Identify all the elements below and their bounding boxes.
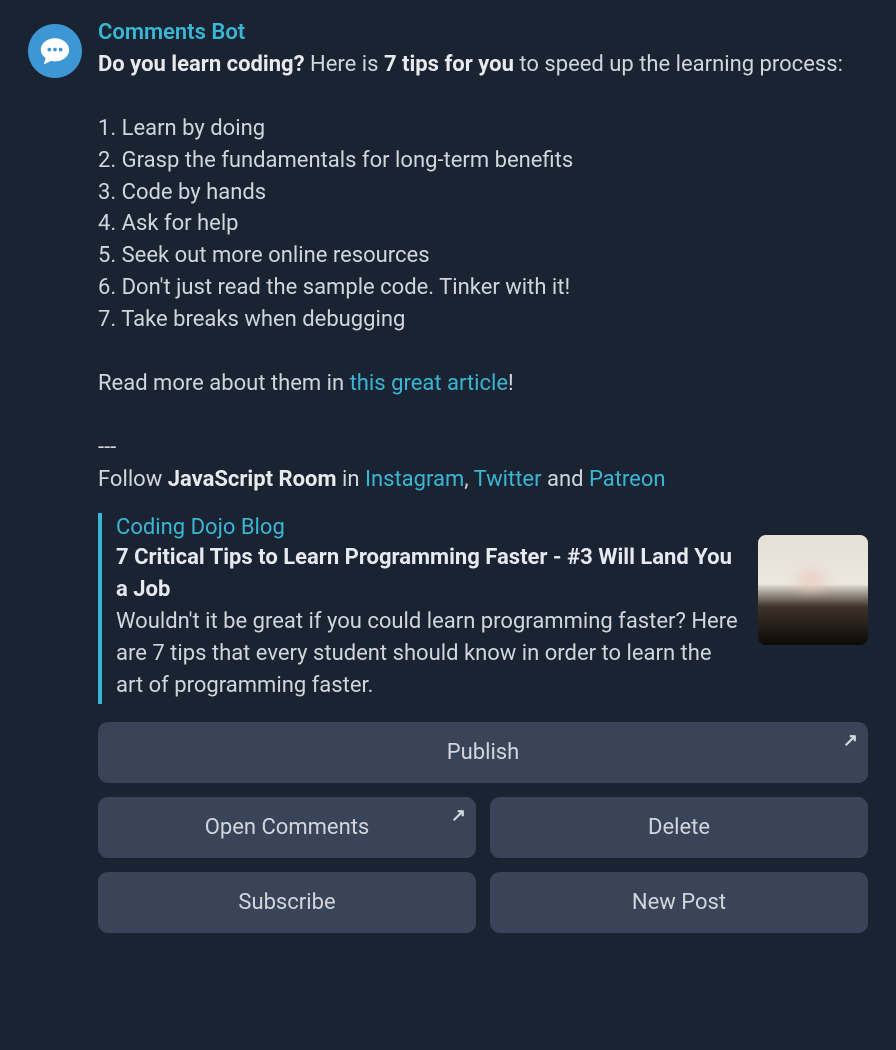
tip-4: 4. Ask for help: [98, 211, 239, 236]
publish-button[interactable]: Publish ↗: [98, 722, 868, 783]
new-post-button[interactable]: New Post: [490, 872, 868, 933]
delete-button[interactable]: Delete: [490, 797, 868, 858]
lead-mid: Here is: [305, 52, 384, 77]
bot-avatar: [28, 24, 82, 78]
button-panel: Publish ↗ Open Comments ↗ Delete Subscri…: [98, 722, 868, 933]
lead-question: Do you learn coding?: [98, 52, 305, 77]
external-link-icon: ↗: [843, 730, 858, 751]
tip-5: 5. Seek out more online resources: [98, 243, 430, 268]
external-link-icon: ↗: [451, 805, 466, 826]
sep2: and: [542, 467, 589, 492]
follow-prefix: Follow: [98, 467, 168, 492]
subscribe-label: Subscribe: [238, 890, 335, 915]
divider: ---: [98, 435, 116, 460]
read-more-prefix: Read more about them in: [98, 371, 350, 396]
sep1: ,: [464, 467, 473, 492]
post-body: Do you learn coding? Here is 7 tips for …: [98, 49, 868, 495]
new-post-label: New Post: [632, 890, 726, 915]
delete-label: Delete: [648, 815, 710, 840]
follow-in: in: [337, 467, 365, 492]
read-more-suffix: !: [508, 371, 514, 396]
follow-room: JavaScript Room: [168, 467, 337, 492]
open-comments-button[interactable]: Open Comments ↗: [98, 797, 476, 858]
preview-thumbnail: [758, 535, 868, 645]
preview-text: Coding Dojo Blog 7 Critical Tips to Lear…: [116, 515, 742, 701]
message-content: Comments Bot Do you learn coding? Here i…: [98, 20, 868, 933]
lead-bold: 7 tips for you: [384, 52, 514, 77]
tip-2: 2. Grasp the fundamentals for long-term …: [98, 148, 573, 173]
preview-description: Wouldn't it be great if you could learn …: [116, 606, 742, 702]
tip-7: 7. Take breaks when debugging: [98, 307, 405, 332]
subscribe-button[interactable]: Subscribe: [98, 872, 476, 933]
tip-6: 6. Don't just read the sample code. Tink…: [98, 275, 570, 300]
patreon-link[interactable]: Patreon: [589, 467, 666, 492]
preview-source: Coding Dojo Blog: [116, 515, 742, 540]
article-link[interactable]: this great article: [350, 371, 508, 396]
link-preview[interactable]: Coding Dojo Blog 7 Critical Tips to Lear…: [98, 513, 868, 703]
publish-label: Publish: [447, 740, 520, 765]
lead-end: to speed up the learning process:: [514, 52, 843, 77]
message: Comments Bot Do you learn coding? Here i…: [28, 20, 868, 933]
twitter-link[interactable]: Twitter: [474, 467, 542, 492]
preview-title: 7 Critical Tips to Learn Programming Fas…: [116, 542, 742, 606]
instagram-link[interactable]: Instagram: [365, 467, 464, 492]
tip-1: 1. Learn by doing: [98, 116, 265, 141]
open-comments-label: Open Comments: [205, 815, 370, 840]
author-name[interactable]: Comments Bot: [98, 20, 868, 45]
tip-3: 3. Code by hands: [98, 180, 266, 205]
chat-bubble-icon: [38, 34, 72, 68]
